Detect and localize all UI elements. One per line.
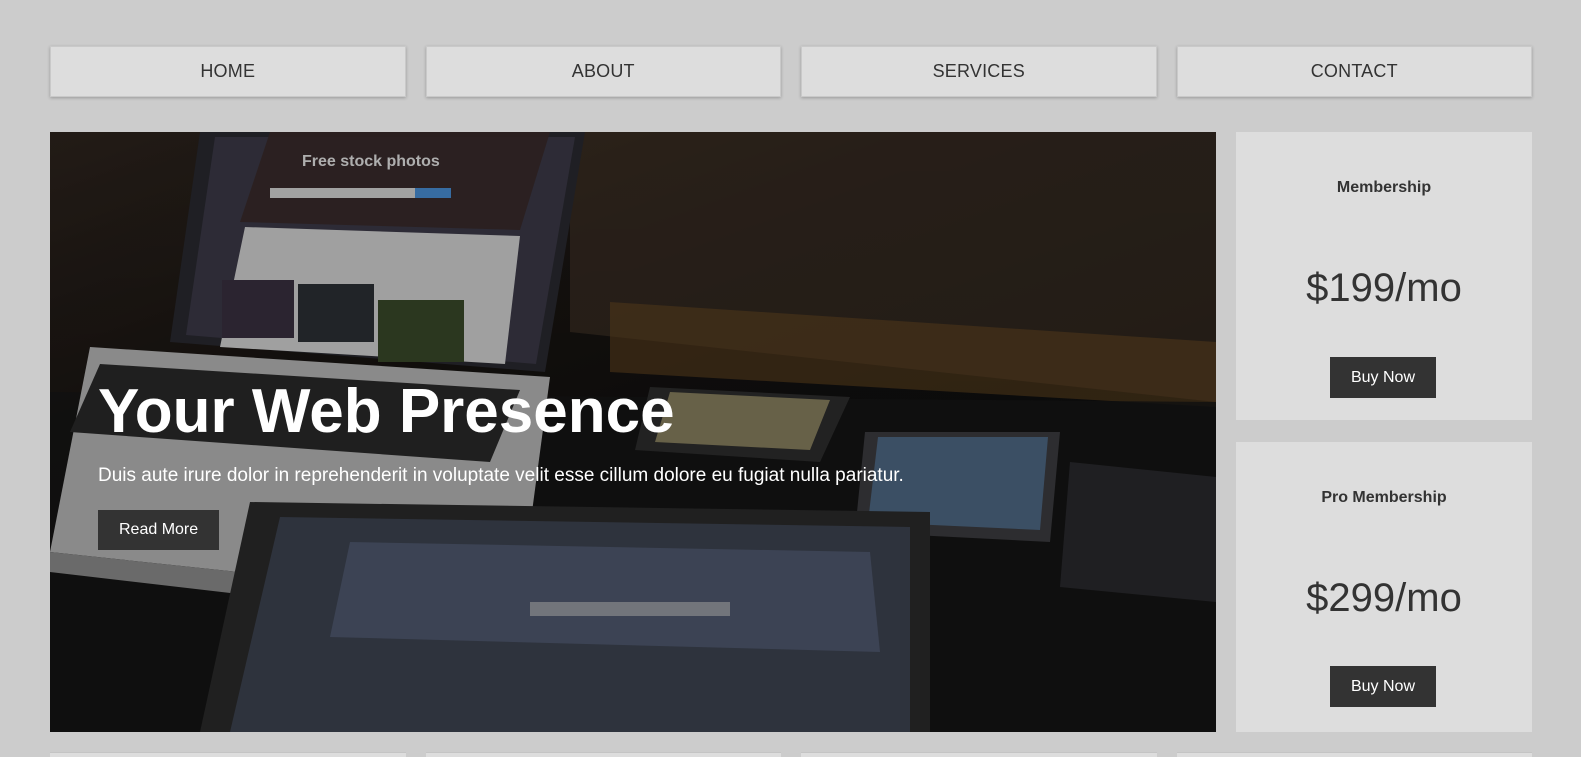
read-more-button[interactable]: Read More — [98, 510, 220, 550]
pricing-card-membership: Membership $199/mo Buy Now — [1236, 132, 1532, 420]
buy-now-button[interactable]: Buy Now — [1330, 666, 1436, 707]
bottom-box — [1176, 752, 1532, 757]
hero-title: Your Web Presence — [98, 377, 675, 446]
nav-home[interactable]: HOME — [50, 46, 406, 97]
nav-services[interactable]: SERVICES — [801, 46, 1157, 97]
bottom-box — [425, 752, 781, 757]
bottom-box — [50, 752, 406, 757]
main-nav: HOME ABOUT SERVICES CONTACT — [50, 46, 1532, 97]
hero-banner: Free stock photos Your Web Presence Duis… — [50, 132, 1216, 732]
pricing-price: $199/mo — [1306, 266, 1462, 310]
nav-about[interactable]: ABOUT — [425, 46, 781, 97]
nav-contact[interactable]: CONTACT — [1176, 46, 1532, 97]
pricing-price: $299/mo — [1306, 576, 1462, 620]
buy-now-button[interactable]: Buy Now — [1330, 357, 1436, 398]
hero-content: Your Web Presence Duis aute irure dolor … — [98, 378, 904, 550]
bottom-row — [50, 752, 1532, 757]
hero-description: Duis aute irure dolor in reprehenderit i… — [98, 465, 904, 486]
pricing-title: Membership — [1336, 179, 1432, 196]
page: HOME ABOUT SERVICES CONTACT Free stock p… — [0, 0, 1581, 757]
pricing-title: Pro Membership — [1321, 489, 1447, 506]
bottom-box — [801, 752, 1157, 757]
pricing-card-pro-membership: Pro Membership $299/mo Buy Now — [1236, 442, 1532, 732]
